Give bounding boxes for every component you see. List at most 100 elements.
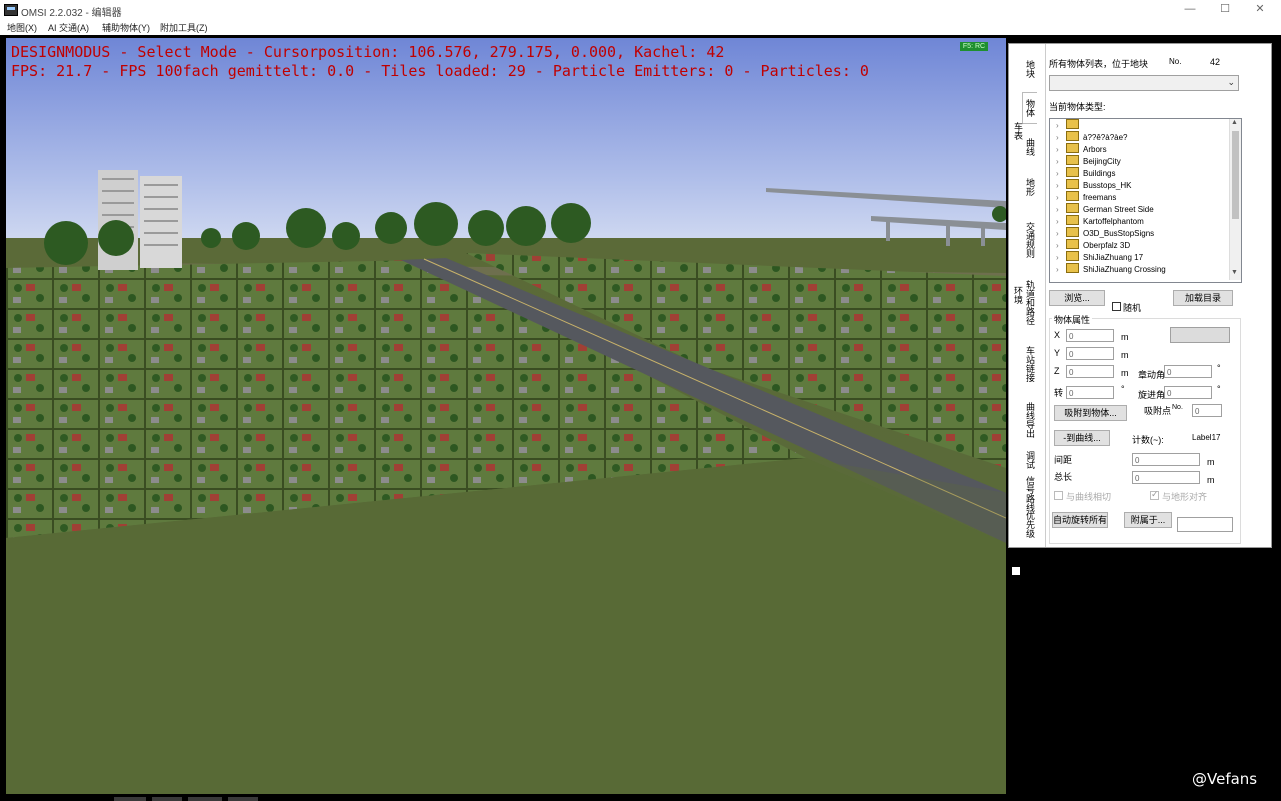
tab-traffic-rules[interactable]: 交通规则 [1023, 216, 1037, 264]
tab-timetable[interactable]: 车表 [1011, 116, 1025, 146]
white-marker [1012, 567, 1020, 575]
status-badge: F5: RC [960, 42, 988, 51]
y-label: Y [1054, 348, 1061, 358]
tangent-to-curve-label: 与曲线相切 [1066, 492, 1112, 502]
taskbar-strip [188, 797, 222, 801]
count-label: 计数(~): [1132, 435, 1164, 445]
spacing-field[interactable]: 0 [1132, 453, 1200, 466]
attach-to-button[interactable]: 附属于... [1124, 512, 1172, 528]
pitch-label: 章动角 [1138, 370, 1166, 380]
maximize-button[interactable]: ☐ [1208, 0, 1242, 19]
attach-target-field[interactable] [1177, 517, 1233, 532]
tab-priority[interactable]: 优先级 [1023, 506, 1037, 542]
folder-icon [1066, 263, 1079, 273]
align-terrain-checkbox[interactable] [1150, 489, 1159, 500]
random-checkbox[interactable] [1112, 302, 1121, 311]
total-length-field[interactable]: 0 [1132, 471, 1200, 484]
tree-item[interactable]: › BeijingCity [1056, 155, 1121, 167]
tree-item[interactable]: › ShiJiaZhuang 17 [1056, 251, 1143, 263]
folder-icon [1066, 239, 1079, 249]
title-bar: OMSI 2.2.032 - 编辑器 — ☐ ✕ [0, 0, 1281, 20]
object-properties-group: 物体属性 X 0 m Y 0 m Z 0 m 章动角 0 ° 转 0 ° 旋进角… [1049, 313, 1241, 544]
tree-item[interactable]: › Busstops_HK [1056, 179, 1131, 191]
y-unit: m [1121, 350, 1129, 360]
hud-fps-line: FPS: 21.7 - FPS 100fach gemittelt: 0.0 -… [11, 62, 869, 80]
count-value: Label17 [1192, 433, 1221, 442]
total-length-label: 总长 [1054, 472, 1073, 482]
folder-icon [1066, 215, 1079, 225]
tab-station-links[interactable]: 车站链接 [1023, 340, 1037, 388]
tab-environment[interactable]: 环境 [1011, 280, 1025, 310]
side-tab-strip: 地块 物体 曲线 地形 交通规则 轨道和路径 车站链接 曲线导出 调试 信号路线… [1009, 44, 1046, 547]
y-field[interactable]: 0 [1066, 347, 1114, 360]
random-label: 随机 [1123, 303, 1142, 313]
object-type-label: 当前物体类型: [1049, 102, 1106, 112]
tree-item[interactable]: › German Street Side [1056, 203, 1154, 215]
tab-debug[interactable]: 调试 [1023, 448, 1037, 472]
snap-point-label: 吸附点 [1144, 406, 1172, 416]
snap-to-object-button[interactable]: 吸附到物体... [1054, 405, 1127, 421]
tree-item[interactable]: › Kartoffelphantom [1056, 215, 1144, 227]
tree-item[interactable]: › freemans [1056, 191, 1116, 203]
rotation-field[interactable]: 0 [1066, 386, 1114, 399]
tab-curve-export[interactable]: 曲线导出 [1023, 396, 1037, 444]
tab-tracks-paths[interactable]: 轨道和路径 [1023, 272, 1037, 332]
tree-item[interactable]: › à??ê?à?àe? [1056, 131, 1128, 143]
load-directory-button[interactable]: 加载目录 [1173, 290, 1233, 306]
watermark: @Vefans [1192, 770, 1258, 788]
menu-map[interactable]: 地图(X) [7, 21, 37, 34]
x-label: X [1054, 330, 1061, 340]
align-terrain-label: 与地形对齐 [1162, 492, 1208, 502]
tab-tile[interactable]: 地块 [1023, 54, 1037, 84]
yaw-label: 旋进角 [1138, 390, 1166, 400]
menu-extra-tools[interactable]: 附加工具(Z) [160, 21, 208, 34]
tree-item[interactable]: › Arbors [1056, 143, 1107, 155]
snap-point-field[interactable]: 0 [1192, 404, 1222, 417]
tab-terrain[interactable]: 地形 [1023, 172, 1037, 202]
3d-viewport[interactable]: DESIGNMODUS - Select Mode - Cursorpositi… [6, 38, 1006, 794]
close-button[interactable]: ✕ [1243, 0, 1277, 19]
rotation-label: 转 [1054, 388, 1064, 398]
menu-bar: 地图(X) AI 交通(A) 辅助物体(Y) 附加工具(Z) [0, 19, 1281, 35]
tree-item[interactable]: › [1056, 119, 1083, 131]
to-curve-button[interactable]: -到曲线... [1054, 430, 1110, 446]
scroll-thumb[interactable] [1232, 131, 1239, 219]
folder-icon [1066, 143, 1079, 153]
tree-item[interactable]: › ShiJiaZhuang Crossing [1056, 263, 1166, 275]
tree-scrollbar[interactable]: ▲ ▼ [1229, 119, 1241, 280]
yaw-field[interactable]: 0 [1164, 386, 1212, 399]
tile-no-label: No. [1169, 57, 1182, 66]
folder-icon [1066, 119, 1079, 129]
z-field[interactable]: 0 [1066, 365, 1114, 378]
tangent-to-curve-checkbox[interactable] [1054, 491, 1063, 500]
tree-item[interactable]: › O3D_BusStopSigns [1056, 227, 1154, 239]
tab-curves[interactable]: 曲线 [1023, 132, 1037, 162]
chevron-down-icon: ⌄ [1227, 77, 1235, 87]
spacing-label: 间距 [1054, 455, 1073, 465]
menu-helpers[interactable]: 辅助物体(Y) [102, 21, 150, 34]
hud-status-line: DESIGNMODUS - Select Mode - Cursorpositi… [11, 43, 725, 61]
menu-ai-traffic[interactable]: AI 交通(A) [48, 21, 89, 34]
app-icon [4, 4, 18, 16]
scroll-up-icon[interactable]: ▲ [1231, 119, 1238, 126]
tile-number: 42 [1210, 57, 1221, 67]
auto-rotate-all-button[interactable]: 自动旋转所有 [1052, 512, 1108, 528]
taskbar-strip [228, 797, 258, 801]
pitch-field[interactable]: 0 [1164, 365, 1212, 378]
object-type-tree[interactable]: › › à??ê?à?àe? › Arbors › BeijingCity › Buil… [1049, 118, 1242, 283]
object-list-label: 所有物体列表，位于地块 [1049, 59, 1149, 69]
minimize-button[interactable]: — [1173, 0, 1207, 19]
window-title: OMSI 2.2.032 - 编辑器 [21, 8, 122, 19]
browse-button[interactable]: 浏览... [1049, 290, 1105, 306]
objects-panel: 所有物体列表，位于地块 No. 42 ⌄ 当前物体类型: › › à??ê?à?à… [1047, 48, 1268, 544]
tree-item[interactable]: › Oberpfalz 3D [1056, 239, 1130, 251]
scroll-down-icon[interactable]: ▼ [1231, 269, 1238, 276]
x-field[interactable]: 0 [1066, 329, 1114, 342]
object-properties-label: 物体属性 [1052, 313, 1093, 326]
object-list-select[interactable]: ⌄ [1049, 75, 1239, 91]
pitch-unit: ° [1217, 363, 1221, 373]
folder-icon [1066, 167, 1079, 177]
tree-item[interactable]: › Buildings [1056, 167, 1115, 179]
folder-icon [1066, 179, 1079, 189]
folder-icon [1066, 131, 1079, 141]
